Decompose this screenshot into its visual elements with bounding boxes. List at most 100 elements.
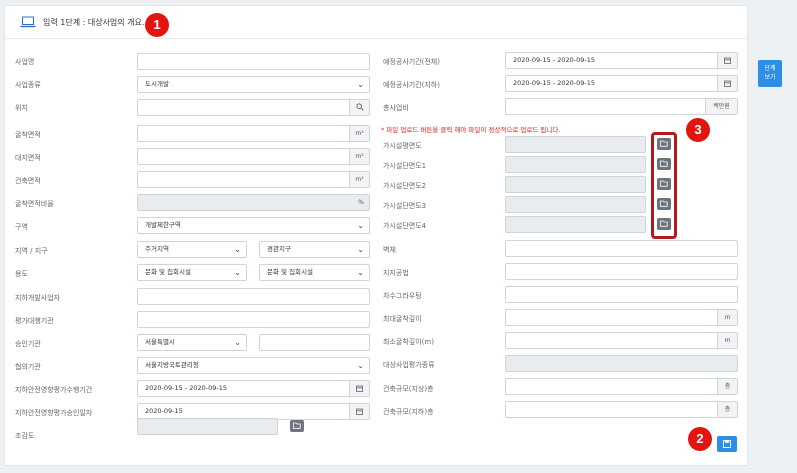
- calendar-icon[interactable]: [717, 76, 737, 91]
- calendar-icon[interactable]: [349, 404, 369, 419]
- sec1-file-input: [505, 156, 646, 173]
- approve-date-value: 2020-09-15: [145, 407, 183, 415]
- survey-upload-button[interactable]: [290, 420, 304, 432]
- biz-type-select[interactable]: 도시개발 ⌄: [137, 76, 370, 93]
- label-dig-area: 굴착면적: [15, 131, 41, 139]
- chevron-down-icon: ⌄: [357, 221, 364, 230]
- total-cost-input[interactable]: 백만원: [505, 98, 738, 115]
- approver-value: 서울특별시: [145, 338, 175, 346]
- label-location: 위치: [15, 104, 28, 112]
- label-total-cost: 총사업비: [383, 104, 409, 112]
- plan-file-input: [505, 136, 646, 153]
- label-plan: 가시설평면도: [383, 142, 422, 150]
- label-survey: 조감도: [15, 432, 35, 440]
- upload-notice: * 파일 업로드 버튼을 클릭 해야 파일이 정상적으로 업로드 됩니다.: [381, 126, 561, 134]
- floors-down-input[interactable]: 층: [505, 401, 738, 418]
- floors-down-unit: 층: [717, 402, 737, 417]
- label-support: 지지공법: [383, 269, 409, 277]
- dig-area-unit: m²: [349, 126, 369, 141]
- label-zone: 구역: [15, 223, 28, 231]
- period-total-input[interactable]: 2020-09-15 - 2020-09-15: [505, 52, 738, 69]
- wall-input[interactable]: [505, 240, 738, 257]
- floors-up-unit: 층: [717, 379, 737, 394]
- label-usage: 용도: [15, 270, 28, 278]
- label-grout: 차수그라우팅: [383, 292, 422, 300]
- label-sec4: 가시설단면도4: [383, 222, 427, 230]
- district-select-2[interactable]: 경관지구 ⌄: [259, 241, 370, 258]
- usage-select-2[interactable]: 문화 및 집회시설 ⌄: [259, 264, 370, 281]
- calendar-icon[interactable]: [349, 381, 369, 396]
- label-eval-period: 지하안전영향평가수행기간: [15, 386, 93, 394]
- evaluator-input[interactable]: [137, 311, 370, 328]
- save-button[interactable]: [717, 436, 737, 452]
- build-area-unit: m²: [349, 172, 369, 187]
- dig-ratio-unit: %: [358, 199, 364, 206]
- steps-view-line2: 보기: [764, 74, 776, 81]
- location-input[interactable]: [137, 99, 370, 116]
- eval-period-input[interactable]: 2020-09-15 - 2020-09-15: [137, 380, 370, 397]
- target-type-input: [505, 355, 738, 372]
- floors-up-input[interactable]: 층: [505, 378, 738, 395]
- approver-select[interactable]: 서울특별시 ⌄: [137, 334, 247, 351]
- label-floors-up: 건축규모(지상)층: [383, 385, 434, 393]
- build-area-input[interactable]: m²: [137, 171, 370, 188]
- developer-input[interactable]: [137, 288, 370, 305]
- label-approve-date: 지하안전영향평가승인일자: [15, 409, 93, 417]
- eval-period-value: 2020-09-15 - 2020-09-15: [145, 384, 228, 392]
- period-under-value: 2020-09-15 - 2020-09-15: [513, 79, 596, 87]
- consult-select[interactable]: 서울지방국토관리청 ⌄: [137, 357, 370, 374]
- annotation-badge-3: 3: [686, 118, 710, 142]
- zone-select[interactable]: 개발제한구역 ⌄: [137, 217, 370, 234]
- total-cost-unit: 백만원: [705, 99, 737, 114]
- folder-open-icon: [293, 422, 301, 429]
- chevron-down-icon: ⌄: [234, 268, 241, 277]
- calendar-icon[interactable]: [717, 53, 737, 68]
- district-select-1[interactable]: 주거지역 ⌄: [137, 241, 247, 258]
- chevron-down-icon: ⌄: [357, 245, 364, 254]
- label-sec2: 가시설단면도2: [383, 182, 427, 190]
- label-approver: 승인기관: [15, 340, 41, 348]
- label-biz-name: 사업명: [15, 58, 35, 66]
- land-area-unit: m²: [349, 149, 369, 164]
- card-header: 입력 1단계 : 대상사업의 개요.: [5, 6, 747, 39]
- dig-area-input[interactable]: m²: [137, 125, 370, 142]
- grout-input[interactable]: [505, 286, 738, 303]
- chevron-down-icon: ⌄: [234, 338, 241, 347]
- upload-buttons-highlight: [651, 132, 677, 239]
- sec3-file-input: [505, 196, 646, 213]
- sec4-file-input: [505, 216, 646, 233]
- label-wall: 벽체: [383, 246, 396, 254]
- label-land-area: 대지면적: [15, 154, 41, 162]
- label-dig-ratio: 굴착면적비율: [15, 200, 54, 208]
- label-district: 지역 / 지구: [15, 247, 48, 255]
- usage-value-1: 문화 및 집회시설: [145, 268, 191, 276]
- label-developer: 지하개발사업자: [15, 294, 61, 302]
- annotation-badge-2: 2: [688, 427, 712, 451]
- consult-value: 서울지방국토관리청: [145, 361, 199, 369]
- label-period-under: 예정공사기간(지하): [383, 81, 440, 89]
- max-depth-input[interactable]: m: [505, 309, 738, 326]
- dig-ratio-input: %: [137, 194, 370, 211]
- land-area-input[interactable]: m²: [137, 148, 370, 165]
- label-sec1: 가시설단면도1: [383, 162, 427, 170]
- min-depth-input[interactable]: m: [505, 332, 738, 349]
- steps-view-line1: 단계: [764, 65, 776, 72]
- usage-select-1[interactable]: 문화 및 집회시설 ⌄: [137, 264, 247, 281]
- label-sec3: 가시설단면도3: [383, 202, 427, 210]
- label-max-depth: 최대굴착깊이: [383, 315, 422, 323]
- usage-value-2: 문화 및 집회시설: [267, 268, 313, 276]
- support-input[interactable]: [505, 263, 738, 280]
- biz-name-input[interactable]: [137, 53, 370, 70]
- max-depth-unit: m: [717, 310, 737, 325]
- steps-view-button[interactable]: 단계 보기: [758, 60, 782, 87]
- search-icon[interactable]: [349, 100, 369, 115]
- district-value-1: 주거지역: [145, 245, 169, 253]
- label-target-type: 대상사업평가종류: [383, 361, 435, 369]
- approver-input-2[interactable]: [259, 334, 370, 351]
- sec2-file-input: [505, 176, 646, 193]
- chevron-down-icon: ⌄: [357, 80, 364, 89]
- label-floors-down: 건축규모(지하)층: [383, 408, 434, 416]
- label-period-total: 예정공사기간(전체): [383, 58, 440, 66]
- chevron-down-icon: ⌄: [234, 245, 241, 254]
- period-under-input[interactable]: 2020-09-15 - 2020-09-15: [505, 75, 738, 92]
